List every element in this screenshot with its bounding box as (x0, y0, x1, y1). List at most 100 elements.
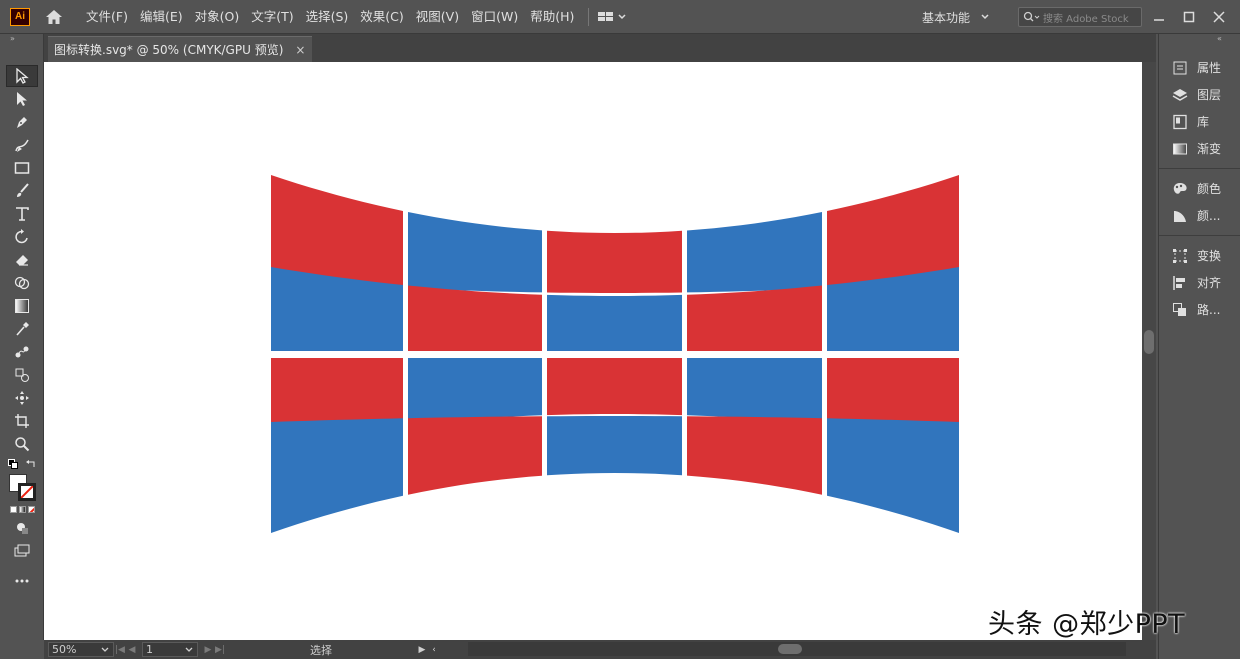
grid-tile-blue[interactable] (547, 416, 682, 476)
artboard-number: 1 (146, 643, 153, 656)
gradient-button[interactable] (19, 506, 26, 513)
panel-dock-grip[interactable]: « (1159, 34, 1240, 44)
vertical-scrollbar[interactable] (1142, 62, 1156, 640)
grid-tile-blue[interactable] (687, 358, 822, 425)
color-mode-buttons (10, 506, 43, 513)
menu-select[interactable]: 选择(S) (300, 0, 355, 34)
scroll-left-icon[interactable]: ‹ (428, 645, 440, 655)
menu-window[interactable]: 窗口(W) (465, 0, 524, 34)
next-artboard-icon[interactable]: ▶ (202, 645, 214, 655)
swap-colors-icon[interactable] (26, 459, 36, 469)
first-artboard-icon[interactable]: |◀ (114, 645, 126, 655)
menu-object[interactable]: 对象(O) (189, 0, 246, 34)
grid-tile-red[interactable] (547, 230, 682, 293)
menu-help[interactable]: 帮助(H) (524, 0, 580, 34)
panel-grip[interactable]: » (0, 34, 43, 44)
symbol-sprayer-tool[interactable] (6, 364, 38, 386)
arrange-documents-icon[interactable] (597, 10, 627, 24)
curvature-tool[interactable] (6, 134, 38, 156)
grid-tile-red[interactable] (547, 358, 682, 416)
menu-edit[interactable]: 编辑(E) (134, 0, 189, 34)
grid-tile-red[interactable] (408, 416, 542, 495)
status-mode-text: 选择 (310, 643, 332, 657)
direct-selection-tool[interactable] (6, 88, 38, 110)
grid-tile-blue[interactable] (408, 212, 542, 293)
stroke-swatch[interactable] (18, 483, 36, 501)
eyedropper-tool[interactable] (6, 318, 38, 340)
eraser-tool[interactable] (6, 249, 38, 271)
status-menu-arrow-icon[interactable]: ▶ (416, 645, 428, 655)
selection-tool[interactable] (6, 65, 38, 87)
blend-icon (15, 346, 29, 358)
tools-panel: » (0, 34, 44, 640)
rectangle-tool[interactable] (6, 157, 38, 179)
paintbrush-tool[interactable] (6, 180, 38, 202)
color-button[interactable] (10, 506, 17, 513)
previous-artboard-icon[interactable]: ◀ (126, 645, 138, 655)
last-artboard-icon[interactable]: ▶| (214, 645, 226, 655)
panel-item-color-guide[interactable]: 颜... (1159, 202, 1240, 229)
pen-tool[interactable] (6, 111, 38, 133)
grid-tile-red[interactable] (408, 285, 542, 352)
menu-view[interactable]: 视图(V) (410, 0, 465, 34)
none-button[interactable] (28, 506, 35, 513)
menu-file[interactable]: 文件(F) (80, 0, 134, 34)
shape-builder-icon (14, 276, 30, 290)
close-icon (1213, 11, 1225, 23)
eyedropper-icon (16, 322, 29, 336)
vertical-scroll-thumb[interactable] (1144, 330, 1154, 354)
shape-builder-tool[interactable] (6, 272, 38, 294)
gradient-tool[interactable] (6, 295, 38, 317)
panel-item-color[interactable]: 颜色 (1159, 175, 1240, 202)
blend-tool[interactable] (6, 341, 38, 363)
artboard-tool[interactable] (6, 410, 38, 432)
workspace-switcher[interactable]: 基本功能 (922, 0, 994, 34)
maximize-button[interactable] (1174, 0, 1204, 34)
grid-tile-red[interactable] (687, 416, 822, 495)
screen-mode-icon (14, 544, 30, 557)
grid-tile-blue[interactable] (687, 212, 822, 293)
default-colors-icon[interactable] (8, 459, 18, 469)
menu-type[interactable]: 文字(T) (245, 0, 299, 34)
horizontal-scroll-thumb[interactable] (778, 644, 802, 654)
menu-effect[interactable]: 效果(C) (354, 0, 409, 34)
grid-tile-blue[interactable] (271, 418, 403, 533)
panel-divider (1159, 168, 1240, 169)
fill-stroke-swatches[interactable] (6, 473, 40, 503)
horizontal-scrollbar[interactable] (468, 642, 1126, 656)
panel-item-gradient[interactable]: 渐变 (1159, 135, 1240, 162)
close-tab-icon[interactable]: × (295, 43, 305, 57)
panel-item-layers[interactable]: 图层 (1159, 81, 1240, 108)
zoom-tool[interactable] (6, 433, 38, 455)
grid-tile-blue[interactable] (408, 358, 542, 425)
paintbrush-icon (17, 183, 29, 197)
curvature-pen-icon (15, 139, 29, 152)
artboard-number-select[interactable]: 1 (142, 642, 198, 657)
close-window-button[interactable] (1204, 0, 1234, 34)
home-icon[interactable] (44, 7, 64, 27)
artboard-canvas[interactable] (44, 62, 1142, 640)
zoom-level-select[interactable]: 50% (48, 642, 114, 657)
panel-item-align[interactable]: 对齐 (1159, 269, 1240, 296)
panel-item-transform[interactable]: 变换 (1159, 242, 1240, 269)
edit-toolbar-button[interactable] (6, 570, 38, 592)
rotate-tool[interactable] (6, 226, 38, 248)
color-guide-icon (1171, 207, 1189, 225)
panel-item-properties[interactable]: 属性 (1159, 54, 1240, 81)
status-bar: 50% |◀ ◀ 1 ▶ ▶| 选择 ▶ ‹ (44, 640, 1156, 659)
panel-label: 对齐 (1197, 276, 1222, 290)
puppet-warp-tool[interactable] (6, 387, 38, 409)
grid-tile-blue[interactable] (827, 418, 959, 533)
grid-tile-red[interactable] (687, 285, 822, 352)
type-tool[interactable] (6, 203, 38, 225)
document-tab[interactable]: 图标转换.svg* @ 50% (CMYK/GPU 预览) × (48, 36, 312, 62)
grid-tile-blue[interactable] (547, 294, 682, 351)
watermark: 头条 @郑少PPT (988, 609, 1186, 640)
stock-search-input[interactable]: 搜索 Adobe Stock (1018, 7, 1142, 27)
minimize-button[interactable] (1144, 0, 1174, 34)
screen-mode-button[interactable] (6, 540, 38, 562)
drawing-mode-button[interactable] (6, 517, 38, 539)
panel-item-libraries[interactable]: 库 (1159, 108, 1240, 135)
main-menu: 文件(F) 编辑(E) 对象(O) 文字(T) 选择(S) 效果(C) 视图(V… (80, 0, 580, 34)
panel-item-pathfinder[interactable]: 路... (1159, 296, 1240, 323)
